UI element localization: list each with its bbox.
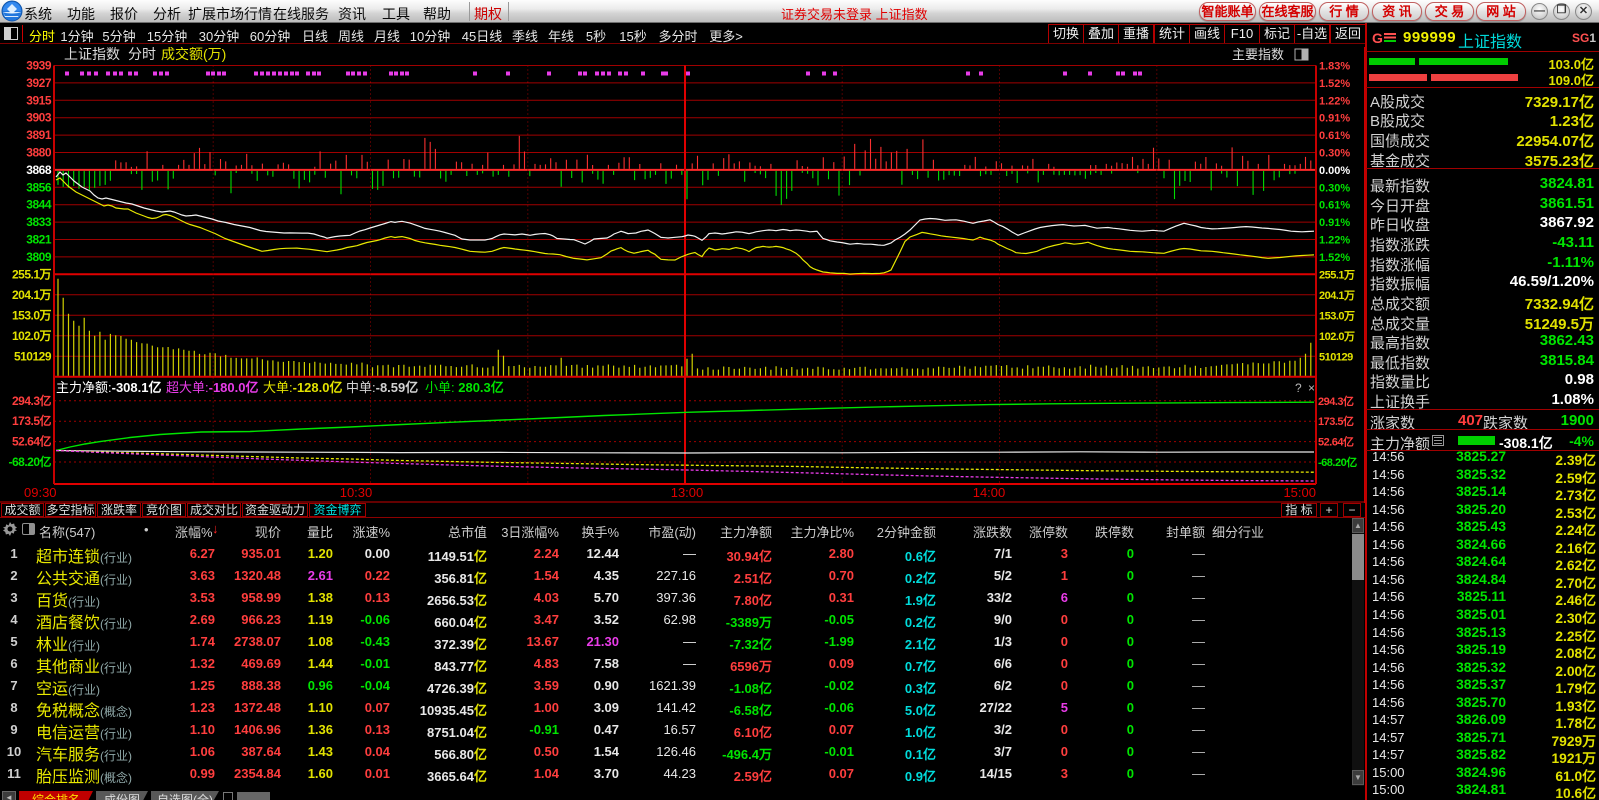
svg-text:15:00: 15:00 — [1283, 485, 1316, 500]
svg-text:?: ? — [1295, 381, 1302, 395]
svg-text:1.52%: 1.52% — [1319, 252, 1350, 264]
svg-text:14:00: 14:00 — [973, 485, 1006, 500]
svg-text:173.5亿: 173.5亿 — [12, 413, 52, 428]
svg-text:204.1万: 204.1万 — [12, 288, 52, 302]
svg-text:3821: 3821 — [26, 233, 52, 247]
svg-text:成交额(万): 成交额(万) — [161, 47, 226, 62]
svg-text:153.0万: 153.0万 — [12, 308, 52, 322]
svg-text:-68.20亿: -68.20亿 — [8, 454, 51, 469]
svg-text:52.64亿: 52.64亿 — [1318, 435, 1354, 449]
svg-text:0.30%: 0.30% — [1319, 182, 1350, 194]
svg-text:102.0万: 102.0万 — [1319, 330, 1355, 343]
svg-text:1.83%: 1.83% — [1319, 61, 1350, 73]
svg-text:204.1万: 204.1万 — [1319, 289, 1355, 302]
svg-text:294.3亿: 294.3亿 — [1318, 394, 1354, 408]
svg-text:0.61%: 0.61% — [1319, 130, 1350, 142]
svg-text:3856: 3856 — [26, 180, 52, 194]
svg-text:10:30: 10:30 — [340, 485, 373, 500]
svg-text:153.0万: 153.0万 — [1319, 309, 1355, 322]
svg-text:分时: 分时 — [128, 47, 156, 62]
svg-text:大单:-128.0亿: 大单:-128.0亿 — [263, 380, 343, 395]
svg-text:3915: 3915 — [26, 93, 52, 107]
svg-text:3844: 3844 — [26, 198, 52, 212]
svg-text:0.30%: 0.30% — [1319, 148, 1350, 160]
svg-text:3880: 3880 — [26, 146, 52, 160]
svg-text:主要指数: 主要指数 — [1232, 47, 1284, 62]
svg-text:52.64亿: 52.64亿 — [12, 434, 52, 449]
svg-text:0.00%: 0.00% — [1319, 165, 1350, 177]
svg-text:-68.20亿: -68.20亿 — [1318, 455, 1357, 469]
svg-text:1.52%: 1.52% — [1319, 78, 1350, 90]
svg-text:3891: 3891 — [26, 128, 52, 142]
svg-text:0.61%: 0.61% — [1319, 200, 1350, 212]
svg-text:173.5亿: 173.5亿 — [1318, 414, 1354, 428]
svg-text:294.3亿: 294.3亿 — [12, 393, 52, 408]
svg-text:上证指数: 上证指数 — [64, 47, 120, 62]
svg-text:中单:-8.59亿: 中单:-8.59亿 — [346, 380, 418, 395]
svg-text:3927: 3927 — [26, 76, 52, 90]
svg-text:3939: 3939 — [26, 59, 52, 73]
svg-text:0.91%: 0.91% — [1319, 113, 1350, 125]
svg-text:510129: 510129 — [14, 349, 52, 363]
svg-text:510129: 510129 — [1319, 351, 1353, 363]
svg-text:09:30: 09:30 — [24, 485, 57, 500]
svg-text:1.22%: 1.22% — [1319, 235, 1350, 247]
svg-text:超大单:-180.0亿: 超大单:-180.0亿 — [166, 380, 259, 395]
svg-text:3833: 3833 — [26, 215, 52, 229]
svg-text:小单: 280.3亿: 小单: 280.3亿 — [425, 380, 504, 395]
svg-text:0.91%: 0.91% — [1319, 217, 1350, 229]
svg-text:3809: 3809 — [26, 250, 52, 264]
svg-text:102.0万: 102.0万 — [12, 329, 52, 343]
svg-text:3903: 3903 — [26, 111, 52, 125]
svg-text:×: × — [1308, 381, 1315, 395]
svg-text:255.1万: 255.1万 — [12, 267, 52, 281]
svg-text:1.22%: 1.22% — [1319, 95, 1350, 107]
svg-text:主力净额:-308.1亿: 主力净额:-308.1亿 — [56, 380, 162, 395]
svg-text:13:00: 13:00 — [671, 485, 704, 500]
svg-text:3868: 3868 — [26, 163, 52, 177]
svg-text:255.1万: 255.1万 — [1319, 268, 1355, 281]
